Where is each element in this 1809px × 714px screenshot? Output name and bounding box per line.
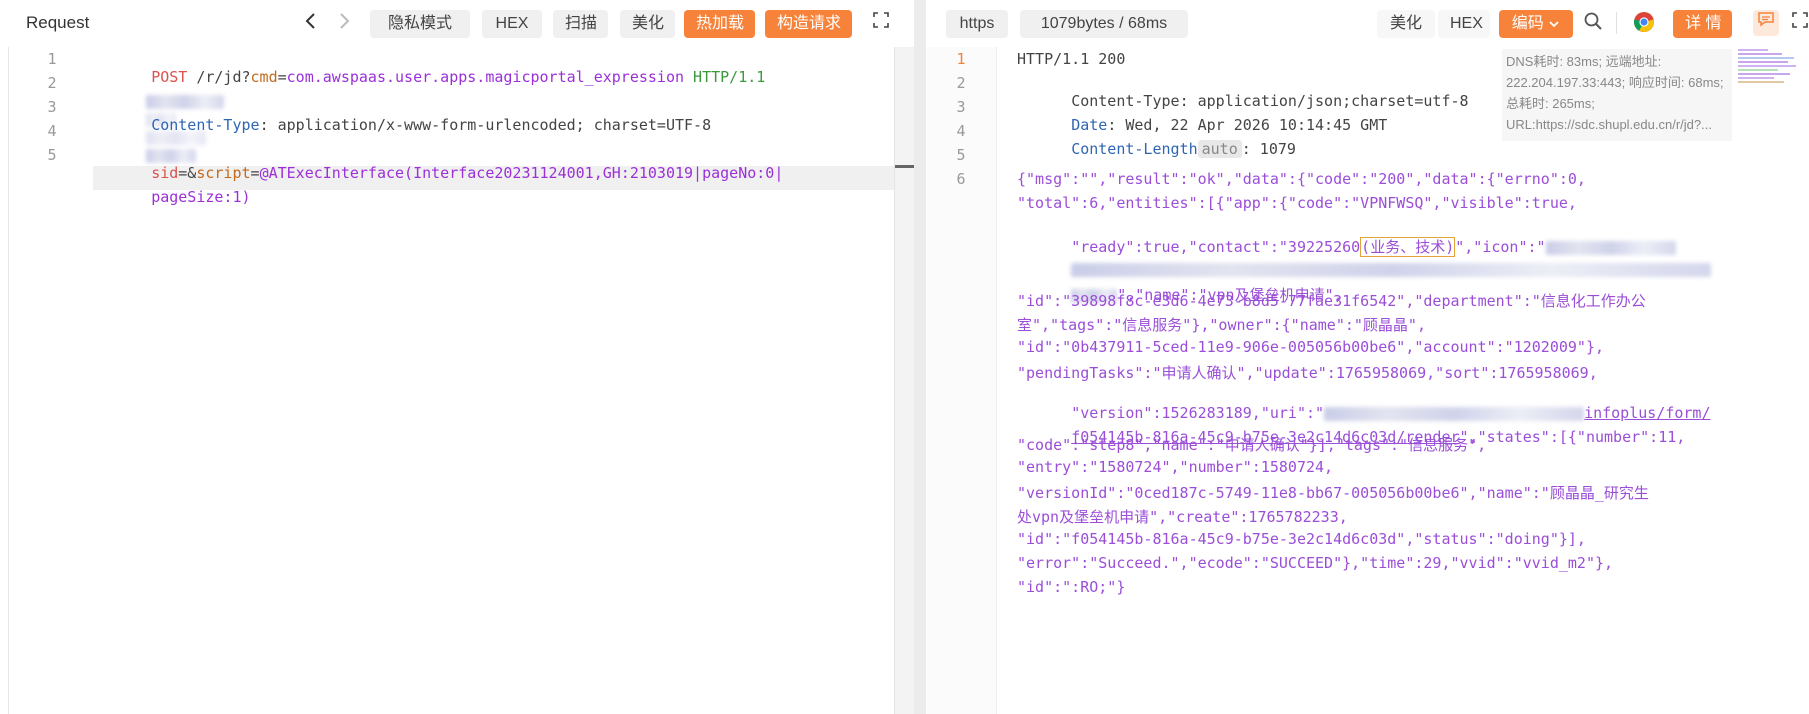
json-body-line: "total":6,"entities":[{"app":{"code":"VP… [1017,194,1577,212]
response-editor[interactable]: DNS耗时: 83ms; 远端地址: 222.204.197.33:443; 响… [926,47,1809,714]
line-number: 5 [956,146,966,164]
json-body-line: "id":"0b437911-5ced-11e9-906e-005056b00b… [1017,338,1604,356]
header-key: Content-Type [151,116,260,134]
json-body-line: 室","tags":"信息服务"},"owner":{"name":"顾晶晶", [1017,316,1426,334]
search-icon[interactable] [1581,11,1605,35]
request-editor[interactable]: 1 POST /r/jd?cmd=com.awspaas.user.apps.m… [8,47,894,714]
request-title: Request [26,13,90,32]
toolbar-divider [1616,12,1617,34]
beautify-button[interactable]: 美化 [620,10,675,38]
line-number: 2 [47,74,57,92]
line-number: 3 [956,98,966,116]
json-body-line: 处vpn及堡垒机申请","create":1765782233, [1017,508,1348,526]
json-body-line: "entry":"1580724","number":1580724, [1017,458,1334,476]
hex-button[interactable]: HEX [482,10,542,38]
chevron-left-icon[interactable] [299,11,323,35]
timing-info-box: DNS耗时: 83ms; 远端地址: 222.204.197.33:443; 响… [1502,49,1732,141]
header-value: : 1079 [1241,140,1296,158]
query-param-value: com.awspaas.user.apps.magicportal_expres… [286,68,685,86]
protocol-badge: https [946,10,1008,38]
scan-button[interactable]: 扫描 [553,10,608,38]
encoding-label: 编码 [1511,15,1544,32]
header-line: Content-Length auto: 1079 [1017,122,1296,176]
scrollbar-thumb[interactable] [895,165,915,168]
pane-splitter[interactable] [914,0,926,714]
line-number: 4 [956,122,966,140]
comment-icon[interactable] [1753,10,1779,36]
header-line: Content-Type: application/x-www-form-url… [151,116,712,134]
http-version: HTTP/1.1 [684,68,766,86]
request-body-line-wrap: pageSize:1) [151,188,251,206]
fullscreen-icon[interactable] [869,11,893,35]
header-value: application/x-www-form-urlencoded; chars… [268,116,712,134]
line-number: 4 [47,122,57,140]
response-stats: 1079bytes / 68ms [1020,10,1188,38]
details-button[interactable]: 详 情 [1673,10,1732,38]
hot-load-button[interactable]: 热加载 [684,10,755,38]
chrome-icon[interactable] [1632,11,1656,35]
header-key: Content-Length [1071,140,1198,158]
chevron-right-icon[interactable] [332,11,356,35]
line-number: 1 [47,50,57,68]
status-line: HTTP/1.1 200 [1017,50,1126,68]
json-body-line: "versionId":"0ced187c-5749-11e8-bb67-005… [1017,484,1649,502]
json-body-line: "id":":RO;"} [1017,578,1126,596]
response-toolbar: https 1079bytes / 68ms 美化 HEX 编码 详 情 [926,0,1809,48]
beautify-button[interactable]: 美化 [1377,10,1435,38]
encoding-dropdown[interactable]: 编码 [1499,10,1573,38]
json-body-line: "code":"step8","name":"申请人确认"}],"tags":"… [1017,436,1487,454]
json-body-line: "id":"39898f8c-e3d6-4e73-b8d5-77fae31f65… [1017,292,1646,310]
response-panel: https 1079bytes / 68ms 美化 HEX 编码 详 情 DNS… [926,0,1809,714]
json-body-line: {"msg":"","result":"ok","data":{"code":"… [1017,170,1586,188]
body-param-value: @ATExecInterface(Interface20231124001,GH… [259,164,784,182]
json-body-line: "pendingTasks":"申请人确认","update":17659580… [1017,364,1598,382]
line-number: 6 [956,170,966,188]
line-number: 5 [47,146,57,164]
query-param-key: cmd [250,68,278,86]
line-number: 1 [956,50,966,68]
request-scrollbar[interactable] [894,47,915,714]
json-body-line: "error":"Succeed.","ecode":"SUCCEED"},"t… [1017,554,1614,572]
hex-button[interactable]: HEX [1438,10,1490,38]
json-body-line: "id":"f054145b-816a-45c9-b75e-3e2c14d6c0… [1017,530,1586,548]
line-number: 3 [47,98,57,116]
request-toolbar: Request 隐私模式 HEX 扫描 美化 热加载 构造请求 [8,0,914,48]
build-request-button[interactable]: 构造请求 [765,10,852,38]
request-panel: Request 隐私模式 HEX 扫描 美化 热加载 构造请求 1 POST /… [8,0,915,714]
line-number: 2 [956,74,966,92]
minimap[interactable] [1738,47,1798,87]
chevron-down-icon [1549,21,1559,28]
fullscreen-icon[interactable] [1791,11,1809,35]
auto-badge: auto [1197,140,1242,158]
privacy-mode-button[interactable]: 隐私模式 [370,10,470,38]
